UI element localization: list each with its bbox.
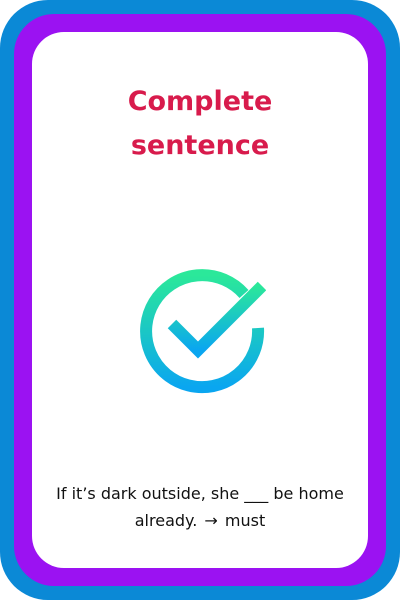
answer-text: must: [224, 511, 266, 530]
sentence-prompt: If it’s dark outside, she ___ be home al…: [40, 480, 360, 534]
checkmark-circle-icon: [140, 269, 266, 394]
sentence-text: If it’s dark outside, she ___ be home al…: [56, 484, 344, 530]
arrow-icon: →: [204, 511, 218, 530]
card-title: Complete sentence: [127, 86, 273, 161]
